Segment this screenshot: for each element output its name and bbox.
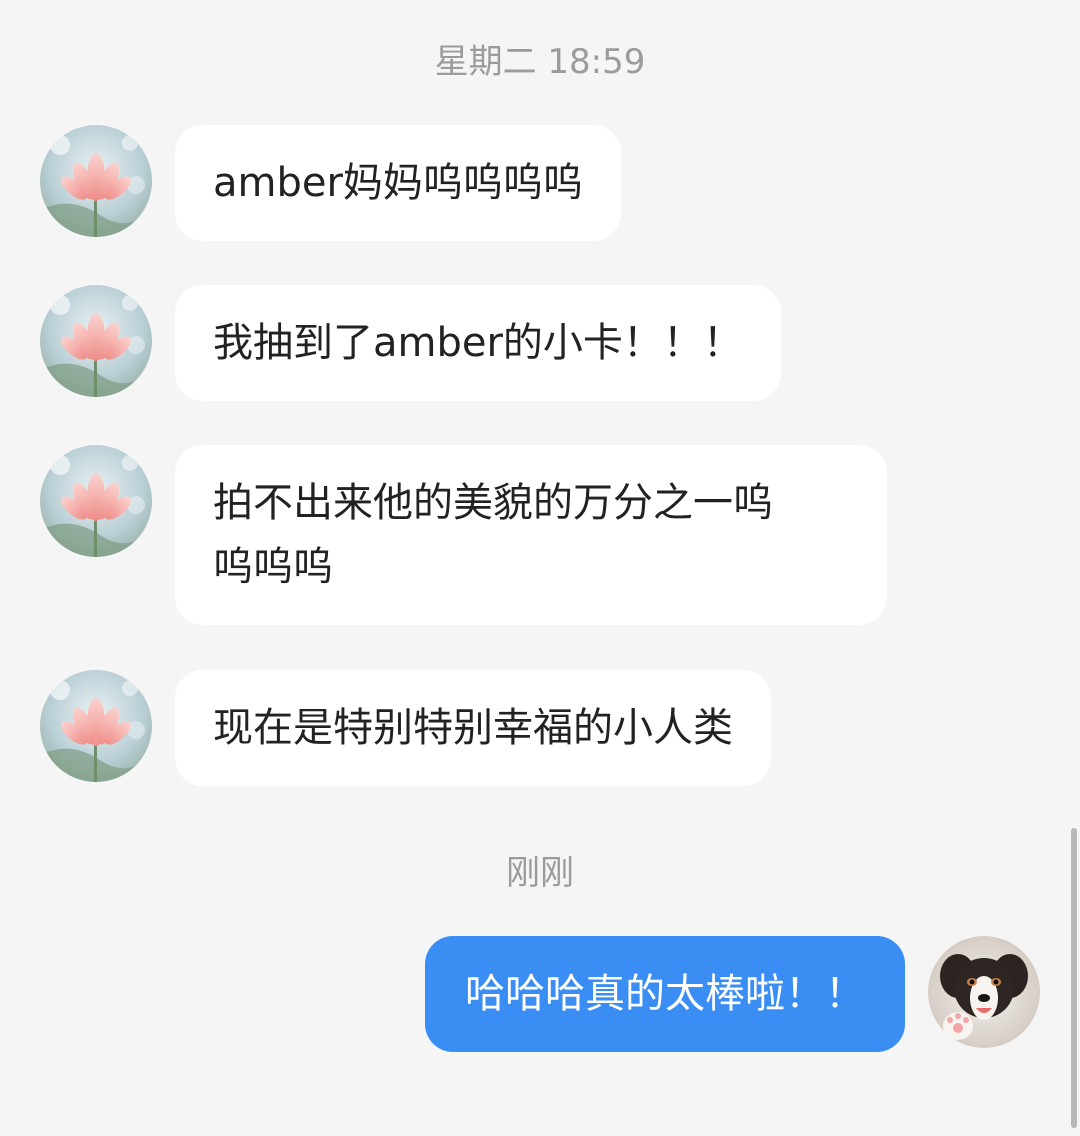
incoming-message-bubble[interactable]: 拍不出来他的美貌的万分之一呜 呜呜呜 [175, 445, 887, 625]
timestamp-label: 星期二 18:59 [434, 42, 646, 82]
lotus-avatar-icon[interactable] [40, 670, 152, 782]
incoming-message-bubble[interactable]: 现在是特别特别幸福的小人类 [175, 670, 771, 786]
scrollbar[interactable] [1071, 828, 1077, 1128]
lotus-avatar-icon[interactable] [40, 125, 152, 237]
dog-avatar-icon[interactable] [928, 936, 1040, 1048]
lotus-avatar-icon[interactable] [40, 285, 152, 397]
timestamp-label: 刚刚 [506, 853, 574, 893]
incoming-message-bubble[interactable]: amber妈妈呜呜呜呜 [175, 125, 621, 241]
incoming-message-bubble[interactable]: 我抽到了amber的小卡！！！ [175, 285, 781, 401]
lotus-avatar-icon[interactable] [40, 445, 152, 557]
outgoing-message-bubble[interactable]: 哈哈哈真的太棒啦！！ [425, 936, 905, 1052]
